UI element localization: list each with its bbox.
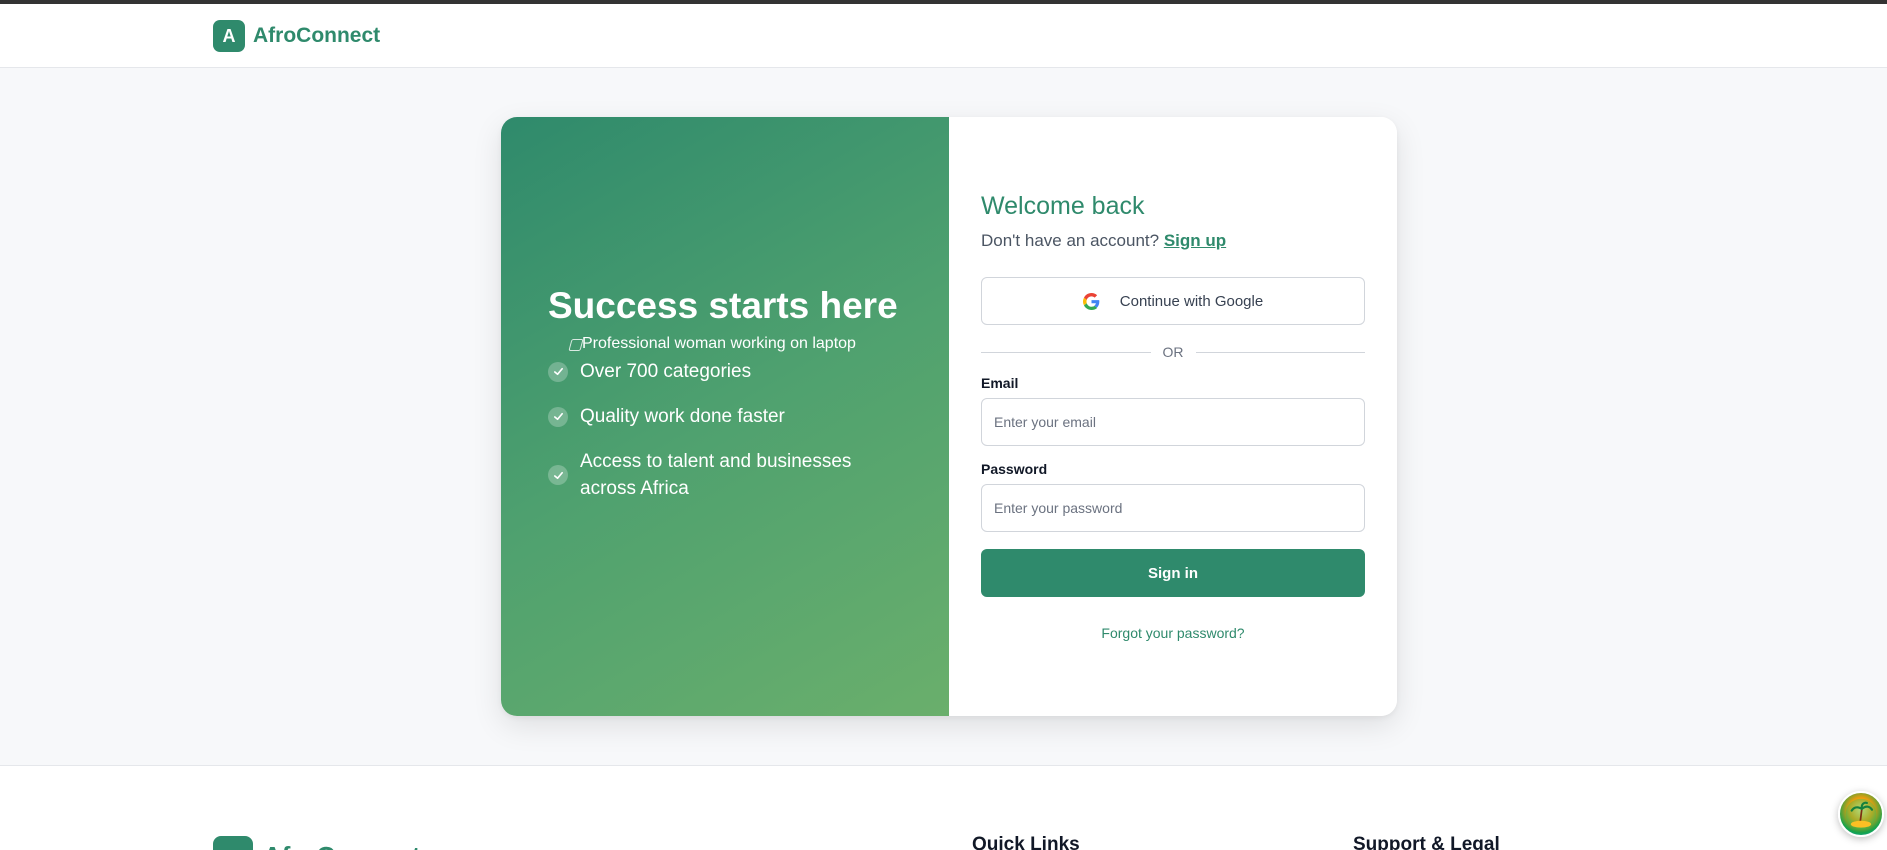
- check-icon: [548, 465, 568, 485]
- hero-title: Success starts here: [548, 285, 898, 326]
- login-card: Success starts here Professional woman w…: [501, 117, 1397, 716]
- feature-item: Quality work done faster: [548, 403, 908, 430]
- login-form-panel: Welcome back Don't have an account? Sign…: [949, 117, 1397, 716]
- password-label: Password: [981, 461, 1048, 477]
- google-icon: [1082, 292, 1100, 310]
- divider-text: OR: [1162, 344, 1184, 360]
- footer-logo[interactable]: AfroConnect: [213, 836, 420, 850]
- assistant-avatar-icon[interactable]: [1838, 791, 1884, 837]
- feature-list: Over 700 categories Quality work done fa…: [548, 358, 908, 520]
- logo-mark: A: [213, 20, 245, 52]
- feature-item: Access to talent and businesses across A…: [548, 448, 908, 502]
- forgot-password-link[interactable]: Forgot your password?: [981, 625, 1365, 641]
- email-field[interactable]: [981, 398, 1365, 446]
- divider-line: [1195, 351, 1365, 353]
- site-footer: AfroConnect Quick Links Support & Legal: [0, 765, 1887, 850]
- brand-name: AfroConnect: [253, 24, 381, 47]
- form-title: Welcome back: [981, 192, 1145, 220]
- password-field[interactable]: [981, 484, 1365, 532]
- support-legal-heading: Support & Legal: [1353, 834, 1500, 850]
- signup-prompt: Don't have an account? Sign up: [981, 231, 1226, 251]
- footer-brand-name: AfroConnect: [263, 841, 420, 850]
- site-header: A AfroConnect: [0, 4, 1887, 68]
- divider-line: [981, 351, 1151, 353]
- broken-image-icon: [568, 337, 582, 351]
- footer-logo-mark: [213, 836, 253, 850]
- google-button-label: Continue with Google: [1119, 292, 1264, 310]
- quick-links-heading: Quick Links: [972, 834, 1080, 850]
- signup-prompt-text: Don't have an account?: [981, 231, 1160, 250]
- feature-label: Over 700 categories: [580, 361, 752, 382]
- google-signin-button[interactable]: Continue with Google: [981, 277, 1365, 325]
- email-label: Email: [981, 375, 1019, 391]
- hero-image-alt: Professional woman working on laptop: [582, 335, 856, 352]
- feature-label: Quality work done faster: [580, 406, 785, 427]
- check-icon: [548, 406, 568, 427]
- hero-image: Professional woman working on laptop: [568, 335, 856, 353]
- feature-item: Over 700 categories: [548, 358, 908, 385]
- signup-link[interactable]: Sign up: [1164, 231, 1226, 250]
- header-logo[interactable]: A AfroConnect: [213, 20, 380, 52]
- feature-label: Access to talent and businesses across A…: [580, 451, 852, 499]
- check-icon: [548, 361, 568, 382]
- hero-panel: Success starts here Professional woman w…: [501, 117, 949, 716]
- signin-button[interactable]: Sign in: [981, 549, 1365, 597]
- or-divider: OR: [981, 342, 1365, 362]
